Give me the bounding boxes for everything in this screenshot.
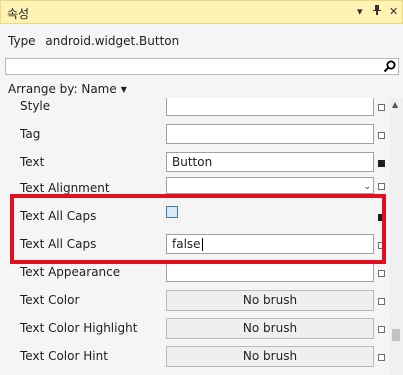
property-marker-icon[interactable] bbox=[378, 298, 385, 305]
property-marker-icon[interactable] bbox=[378, 104, 385, 111]
panel-title: 속성 bbox=[7, 7, 30, 21]
property-marker-icon[interactable] bbox=[378, 242, 385, 249]
chevron-down-icon: ▼ bbox=[120, 85, 127, 94]
property-name: Text Color Hint bbox=[20, 349, 108, 363]
property-name: Text bbox=[20, 155, 45, 169]
property-name: Text Appearance bbox=[20, 265, 121, 279]
property-row-text-color: Text Color No brush bbox=[0, 286, 388, 314]
text-color-brush-button[interactable]: No brush bbox=[166, 290, 374, 311]
property-marker-icon[interactable] bbox=[378, 270, 385, 277]
arrange-by-dropdown[interactable]: Arrange by: Name ▼ bbox=[8, 82, 127, 96]
search-field[interactable] bbox=[5, 58, 399, 75]
property-row-tag: Tag bbox=[0, 120, 388, 148]
property-marker-icon[interactable] bbox=[378, 326, 385, 333]
text-value-field[interactable]: Button bbox=[166, 152, 374, 172]
type-value: android.widget.Button bbox=[45, 34, 180, 48]
property-row-style: Style bbox=[0, 98, 388, 120]
text-color-highlight-brush-button[interactable]: No brush bbox=[166, 318, 374, 339]
property-marker-icon[interactable] bbox=[378, 214, 385, 221]
property-name: Text Alignment bbox=[20, 181, 110, 195]
property-row-text-all-caps: Text All Caps bbox=[0, 202, 388, 230]
scroll-thumb[interactable] bbox=[392, 329, 400, 341]
property-row-text-alignment: Text Alignment ⌄ bbox=[0, 174, 388, 202]
type-label: Type bbox=[8, 34, 36, 48]
property-name: Style bbox=[20, 99, 51, 113]
type-info: Type android.widget.Button bbox=[8, 34, 179, 48]
property-row-text: Text Button bbox=[0, 148, 388, 176]
text-color-hint-brush-button[interactable]: No brush bbox=[166, 346, 374, 367]
property-name: Tag bbox=[20, 127, 41, 141]
property-name: Text All Caps bbox=[20, 237, 97, 251]
property-row-text-all-caps-2: Text All Caps false bbox=[0, 230, 388, 258]
chevron-down-icon: ⌄ bbox=[363, 182, 371, 192]
text-alignment-select[interactable]: ⌄ bbox=[166, 177, 374, 194]
panel-titlebar: 속성 ▾ ✕ bbox=[0, 0, 403, 24]
style-value-field[interactable] bbox=[166, 98, 374, 116]
scroll-up-arrow-icon[interactable]: ▲ bbox=[392, 100, 398, 109]
vertical-scrollbar[interactable]: ▲ bbox=[389, 98, 403, 375]
arrange-label: Arrange by: Name bbox=[8, 82, 117, 96]
property-name: Text Color Highlight bbox=[20, 321, 138, 335]
pin-icon[interactable] bbox=[372, 4, 382, 21]
property-marker-icon[interactable] bbox=[378, 160, 385, 167]
text-appearance-value-field[interactable] bbox=[166, 262, 374, 282]
property-name: Text All Caps bbox=[20, 209, 97, 223]
tag-value-field[interactable] bbox=[166, 124, 374, 144]
search-icon[interactable] bbox=[382, 59, 398, 74]
property-row-text-color-highlight: Text Color Highlight No brush bbox=[0, 314, 388, 342]
dropdown-caret-icon[interactable]: ▾ bbox=[357, 4, 363, 20]
property-row-text-appearance: Text Appearance bbox=[0, 258, 388, 286]
property-name: Text Color bbox=[20, 293, 80, 307]
property-row-text-color-hint: Text Color Hint No brush bbox=[0, 342, 388, 370]
property-marker-icon[interactable] bbox=[378, 132, 385, 139]
property-marker-icon[interactable] bbox=[378, 354, 385, 361]
text-all-caps-value-field[interactable]: false bbox=[166, 234, 374, 254]
text-cursor bbox=[201, 238, 203, 251]
property-grid: Style Tag Text Button Text Alignment ⌄ T… bbox=[0, 98, 388, 375]
property-marker-icon[interactable] bbox=[378, 183, 385, 190]
text-all-caps-checkbox[interactable] bbox=[166, 206, 178, 218]
close-icon[interactable]: ✕ bbox=[389, 4, 398, 20]
